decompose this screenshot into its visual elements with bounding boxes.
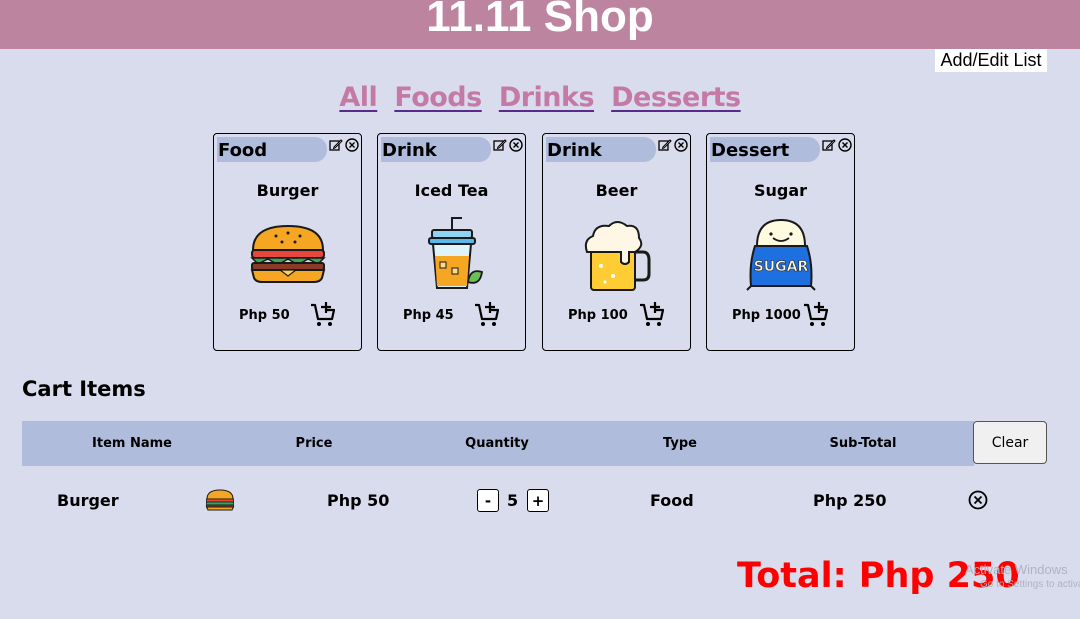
product-name: Burger (256, 181, 319, 200)
increase-quantity-button[interactable]: + (527, 489, 549, 512)
product-name: Iced Tea (414, 181, 489, 200)
product-name: Sugar (753, 181, 808, 200)
filter-desserts-link[interactable]: Desserts (611, 82, 741, 113)
filter-foods-link[interactable]: Foods (394, 82, 482, 113)
edit-icon[interactable] (329, 138, 343, 152)
filter-drinks-link[interactable]: Drinks (499, 82, 595, 113)
edit-icon[interactable] (658, 138, 672, 152)
delete-icon[interactable] (674, 138, 688, 152)
add-edit-list-button[interactable]: Add/Edit List (935, 49, 1047, 72)
sugar-bag-label: SUGAR (754, 259, 809, 275)
product-type-tag: Drink (546, 137, 656, 162)
product-name: Beer (595, 181, 638, 200)
cart-item-subtotal: Php 250 (813, 491, 887, 510)
decrease-quantity-button[interactable]: - (477, 489, 499, 512)
product-price: Php 45 (403, 308, 454, 323)
add-to-cart-icon[interactable] (309, 301, 337, 329)
product-type-tag: Drink (381, 137, 491, 162)
burger-icon (250, 224, 326, 283)
delete-icon[interactable] (345, 138, 359, 152)
add-to-cart-icon[interactable] (638, 301, 666, 329)
cart-table-header: Item Name Price Quantity Type Sub-Total (22, 421, 974, 466)
burger-icon (205, 489, 235, 511)
cart-item-name: Burger (57, 491, 119, 510)
activate-windows-watermark: Activate Windows (965, 562, 1068, 577)
column-header-quantity: Quantity (465, 436, 529, 451)
product-type-tag: Dessert (710, 137, 820, 162)
clear-cart-button[interactable]: Clear (973, 421, 1047, 464)
product-card-beer: Drink Beer Php 100 (542, 133, 691, 351)
product-price: Php 50 (239, 308, 290, 323)
beer-icon (584, 221, 651, 291)
iced-tea-icon (428, 217, 483, 289)
product-card-burger: Food Burger Php 50 (213, 133, 362, 351)
column-header-type: Type (663, 436, 697, 451)
shop-title: 11.11 Shop (426, 0, 654, 41)
sugar-bag-icon: SUGAR (746, 218, 816, 291)
filter-all-link[interactable]: All (339, 82, 377, 113)
column-header-price: Price (295, 436, 333, 451)
column-header-subtotal: Sub-Total (829, 436, 897, 451)
activate-windows-subtext: Go to Settings to activate (980, 579, 1080, 590)
delete-icon[interactable] (509, 138, 523, 152)
edit-icon[interactable] (822, 138, 836, 152)
product-type-tag: Food (217, 137, 327, 162)
delete-icon[interactable] (838, 138, 852, 152)
cart-title: Cart Items (22, 377, 146, 401)
cart-item-quantity: 5 (507, 491, 519, 510)
shop-header: 11.11 Shop (0, 0, 1080, 49)
cart-item-type: Food (650, 491, 694, 510)
product-price: Php 1000 (732, 308, 801, 323)
category-filter-nav: All Foods Drinks Desserts (0, 82, 1080, 122)
edit-icon[interactable] (493, 138, 507, 152)
column-header-item-name: Item Name (92, 436, 172, 451)
product-card-sugar: Dessert Sugar SUGAR Php 1000 (706, 133, 855, 351)
add-to-cart-icon[interactable] (473, 301, 501, 329)
add-to-cart-icon[interactable] (802, 301, 830, 329)
cart-item-price: Php 50 (327, 491, 390, 510)
product-card-iced-tea: Drink Iced Tea Php 45 (377, 133, 526, 351)
product-price: Php 100 (568, 308, 628, 323)
remove-item-icon[interactable] (968, 490, 988, 510)
